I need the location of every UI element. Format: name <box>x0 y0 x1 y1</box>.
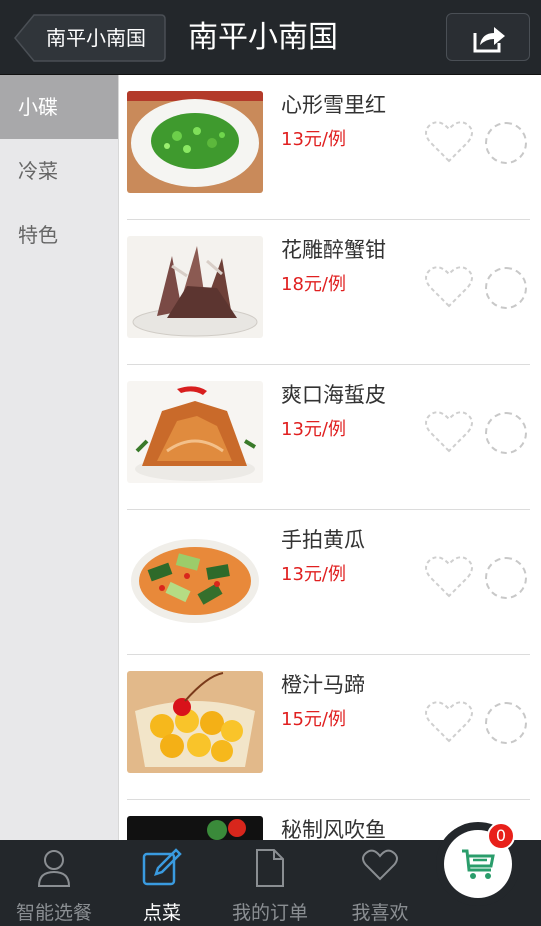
back-button[interactable]: 南平小南国 <box>14 14 166 62</box>
tab-label: 点菜 <box>142 902 181 924</box>
dish-item[interactable]: 爽口海蜇皮 13元/例 <box>119 365 541 510</box>
dish-name: 橙汁马蹄 <box>281 673 365 697</box>
dish-photo <box>127 236 263 338</box>
edit-icon <box>142 848 182 886</box>
category-item-specialty[interactable]: 特色 <box>0 203 118 267</box>
dish-price: 18元/例 <box>281 274 346 295</box>
add-to-cart-icon[interactable] <box>485 267 527 309</box>
dish-item[interactable]: 心形雪里红 13元/例 <box>119 75 541 220</box>
dish-price: 15元/例 <box>281 709 346 730</box>
dish-name: 手拍黄瓜 <box>281 528 365 552</box>
dish-price: 13元/例 <box>281 564 346 585</box>
category-sidebar: 小碟 冷菜 特色 <box>0 75 118 840</box>
add-to-cart-icon[interactable] <box>485 412 527 454</box>
add-to-cart-icon[interactable] <box>485 122 527 164</box>
dish-list[interactable]: 心形雪里红 13元/例 花雕醉蟹钳 18元/例 爽口海蜇皮 13元/例 手拍黄瓜… <box>118 75 541 840</box>
document-icon <box>256 849 284 887</box>
cart-count-badge: 0 <box>487 822 515 850</box>
tab-order-dishes[interactable]: 点菜 <box>108 840 216 926</box>
page-title: 南平小南国 <box>188 20 338 55</box>
share-button[interactable] <box>446 13 530 61</box>
dish-name: 秘制风吹鱼 <box>281 818 386 840</box>
tab-my-favorites[interactable]: 我喜欢 <box>326 840 434 926</box>
heart-icon[interactable] <box>424 699 474 745</box>
dish-item[interactable]: 花雕醉蟹钳 18元/例 <box>119 220 541 365</box>
dish-photo <box>127 816 263 840</box>
heart-icon[interactable] <box>424 119 474 165</box>
category-item-small-plates[interactable]: 小碟 <box>0 75 118 139</box>
tab-label: 我的订单 <box>231 902 308 924</box>
dish-price: 13元/例 <box>281 419 346 440</box>
add-to-cart-icon[interactable] <box>485 702 527 744</box>
dish-photo <box>127 381 263 483</box>
back-button-label: 南平小南国 <box>46 26 146 50</box>
cart-icon <box>462 849 495 879</box>
dish-name: 花雕醉蟹钳 <box>281 238 386 262</box>
category-item-cold-dishes[interactable]: 冷菜 <box>0 139 118 203</box>
top-bar: 南平小南国 南平小南国 <box>0 0 541 75</box>
dish-item[interactable]: 手拍黄瓜 13元/例 <box>119 510 541 655</box>
add-to-cart-icon[interactable] <box>485 557 527 599</box>
dish-item[interactable]: 橙汁马蹄 15元/例 <box>119 655 541 800</box>
heart-icon <box>362 849 398 881</box>
heart-icon[interactable] <box>424 409 474 455</box>
tab-label: 我喜欢 <box>351 902 409 924</box>
user-icon <box>37 850 71 887</box>
tab-smart-select[interactable]: 智能选餐 <box>0 840 108 926</box>
dish-photo <box>127 526 263 628</box>
tab-my-orders[interactable]: 我的订单 <box>216 840 324 926</box>
share-icon <box>473 27 505 53</box>
heart-icon[interactable] <box>424 264 474 310</box>
tab-label: 智能选餐 <box>15 902 92 924</box>
heart-icon[interactable] <box>424 554 474 600</box>
dish-name: 心形雪里红 <box>281 93 386 117</box>
dish-photo <box>127 671 263 773</box>
dish-price: 13元/例 <box>281 129 346 150</box>
dish-photo <box>127 91 263 193</box>
dish-name: 爽口海蜇皮 <box>281 383 386 407</box>
